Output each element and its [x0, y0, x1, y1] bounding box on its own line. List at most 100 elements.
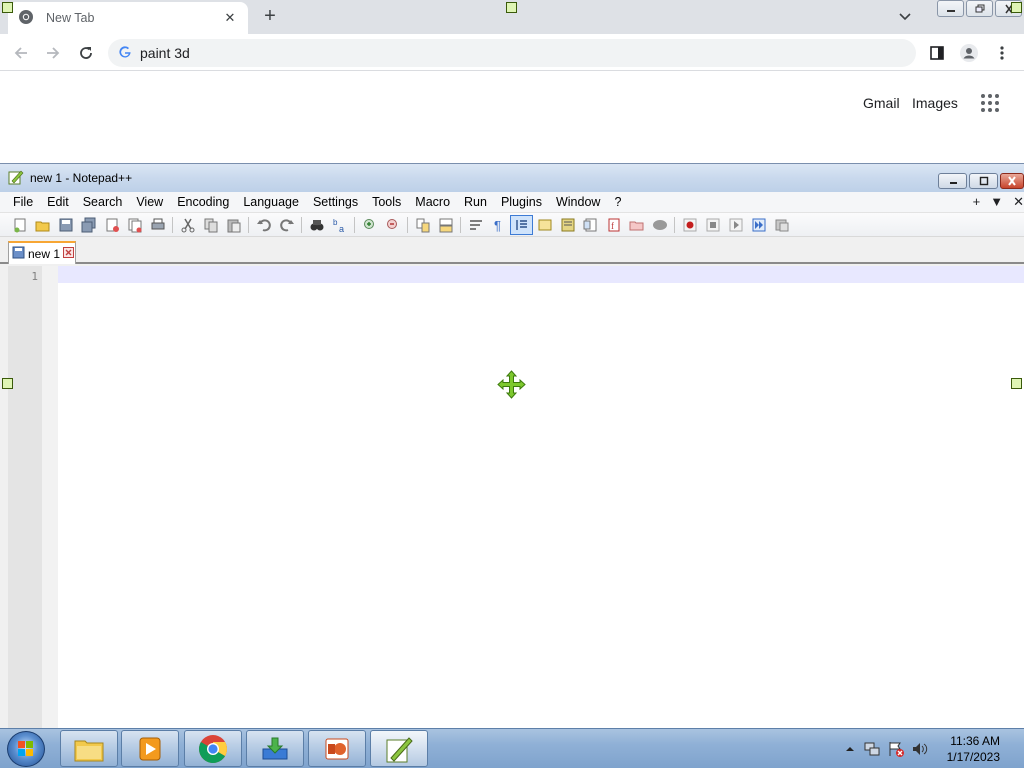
menu-language[interactable]: Language: [236, 195, 306, 209]
sync-vertical-icon[interactable]: [411, 215, 434, 235]
npp-toolbar: ba ¶ f: [0, 213, 1024, 237]
npp-window-title: new 1 - Notepad++: [30, 171, 133, 185]
npp-maximize-button[interactable]: [969, 173, 998, 189]
chrome-menu-kebab-icon[interactable]: [991, 42, 1013, 64]
notepad-app-icon: [8, 169, 24, 188]
copy-icon[interactable]: [199, 215, 222, 235]
tab-close-icon[interactable]: [63, 246, 75, 261]
side-panel-icon[interactable]: [926, 42, 948, 64]
clock-date[interactable]: 1/17/2023: [947, 750, 1000, 764]
menu-view[interactable]: View: [129, 195, 170, 209]
cut-icon[interactable]: [176, 215, 199, 235]
macro-run-multiple-icon[interactable]: [747, 215, 770, 235]
save-icon[interactable]: [54, 215, 77, 235]
paste-icon[interactable]: [222, 215, 245, 235]
macro-save-icon[interactable]: [770, 215, 793, 235]
undo-icon[interactable]: [252, 215, 275, 235]
menu-plugins[interactable]: Plugins: [494, 195, 549, 209]
function-list-icon[interactable]: f: [602, 215, 625, 235]
new-file-icon[interactable]: [8, 215, 31, 235]
sync-horizontal-icon[interactable]: [434, 215, 457, 235]
chrome-toolbar: paint 3d: [0, 34, 1024, 71]
npp-title-bar[interactable]: new 1 - Notepad++: [0, 164, 1024, 192]
taskbar-media-player-icon[interactable]: [121, 730, 179, 767]
menu-encoding[interactable]: Encoding: [170, 195, 236, 209]
word-wrap-icon[interactable]: [464, 215, 487, 235]
monitoring-icon[interactable]: [648, 215, 671, 235]
menu-run[interactable]: Run: [457, 195, 494, 209]
volume-speaker-icon[interactable]: [911, 740, 929, 761]
action-center-flag-icon[interactable]: [887, 740, 905, 761]
show-all-chars-pilcrow-icon[interactable]: ¶: [487, 215, 510, 235]
text-editor-area[interactable]: 1: [0, 266, 1024, 729]
taskbar-notepad-plus-plus-icon[interactable]: [370, 730, 428, 767]
resize-handle-top-left[interactable]: [2, 2, 13, 13]
menu-settings[interactable]: Settings: [306, 195, 365, 209]
macro-play-icon[interactable]: [724, 215, 747, 235]
replace-icon[interactable]: ba: [328, 215, 351, 235]
print-icon[interactable]: [146, 215, 169, 235]
resize-handle-middle-right[interactable]: [1011, 378, 1022, 389]
new-tab-button[interactable]: +: [258, 4, 282, 28]
document-list-icon[interactable]: [579, 215, 602, 235]
back-arrow-icon[interactable]: [10, 42, 32, 64]
tab-search-chevron-icon[interactable]: [894, 6, 916, 28]
menu-window[interactable]: Window: [549, 195, 607, 209]
resize-handle-top-center[interactable]: [506, 2, 517, 13]
taskbar-chrome-icon[interactable]: [184, 730, 242, 767]
macro-record-icon[interactable]: [678, 215, 701, 235]
macro-stop-icon[interactable]: [701, 215, 724, 235]
npp-minimize-button[interactable]: [938, 173, 967, 189]
line-number: 1: [31, 270, 38, 283]
toolbar-separator: [248, 216, 249, 233]
images-link[interactable]: Images: [912, 95, 958, 111]
zoom-in-icon[interactable]: [358, 215, 381, 235]
show-hidden-icons-arrow-icon[interactable]: [845, 742, 855, 757]
toolbar-separator: [407, 216, 408, 233]
tab-close-icon[interactable]: ✕: [222, 10, 238, 26]
forward-arrow-icon[interactable]: [42, 42, 64, 64]
resize-handle-top-right[interactable]: [1011, 2, 1022, 13]
new-document-plus-button[interactable]: +: [973, 194, 981, 210]
menu-search[interactable]: Search: [76, 195, 130, 209]
indent-guide-icon[interactable]: [510, 214, 533, 235]
gmail-link[interactable]: Gmail: [863, 95, 900, 111]
google-apps-grid-icon[interactable]: [980, 93, 1000, 113]
user-defined-language-icon[interactable]: [533, 215, 556, 235]
document-list-dropdown-button[interactable]: ▼: [990, 194, 1003, 210]
npp-menu-right-controls: + ▼ ✕: [973, 194, 1024, 210]
resize-handle-middle-left[interactable]: [2, 378, 13, 389]
taskbar-file-explorer-icon[interactable]: [60, 730, 118, 767]
taskbar-download-manager-icon[interactable]: [246, 730, 304, 767]
close-file-icon[interactable]: [100, 215, 123, 235]
minimize-button[interactable]: [937, 0, 964, 17]
document-tab-new-1[interactable]: new 1: [8, 241, 76, 264]
save-all-icon[interactable]: [77, 215, 100, 235]
chrome-tab-new-tab[interactable]: New Tab ✕: [8, 2, 248, 34]
taskbar-powerpoint-icon[interactable]: [308, 730, 366, 767]
windows-taskbar: 11:36 AM 1/17/2023: [0, 728, 1024, 768]
reload-icon[interactable]: [75, 42, 97, 64]
folder-as-workspace-icon[interactable]: [625, 215, 648, 235]
profile-avatar-icon[interactable]: [958, 42, 980, 64]
npp-close-button[interactable]: [1000, 173, 1024, 189]
menu-tools[interactable]: Tools: [365, 195, 408, 209]
document-map-icon[interactable]: [556, 215, 579, 235]
restore-button[interactable]: [966, 0, 993, 17]
close-document-button[interactable]: ✕: [1013, 194, 1024, 210]
find-binoculars-icon[interactable]: [305, 215, 328, 235]
open-file-icon[interactable]: [31, 215, 54, 235]
npp-window-controls: [938, 173, 1024, 189]
close-all-icon[interactable]: [123, 215, 146, 235]
start-orb-windows-icon[interactable]: [7, 731, 45, 767]
redo-icon[interactable]: [275, 215, 298, 235]
menu-macro[interactable]: Macro: [408, 195, 457, 209]
address-bar[interactable]: paint 3d: [108, 39, 916, 67]
menu-file[interactable]: File: [6, 195, 40, 209]
menu-edit[interactable]: Edit: [40, 195, 76, 209]
network-icon[interactable]: [863, 740, 881, 761]
clock-time[interactable]: 11:36 AM: [950, 734, 1000, 748]
notepad-plus-plus-window: new 1 - Notepad++ File Edit Search View …: [0, 163, 1024, 729]
zoom-out-icon[interactable]: [381, 215, 404, 235]
menu-help[interactable]: ?: [607, 195, 628, 209]
